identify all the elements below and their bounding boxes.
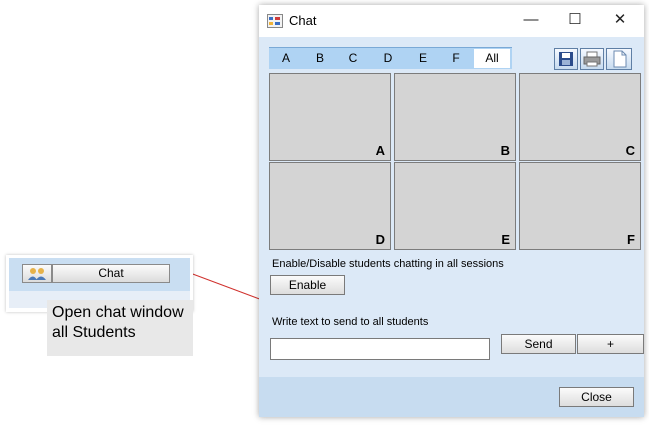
session-label: D (375, 232, 385, 247)
callout-line-1: Open chat window (52, 304, 184, 321)
tab-a[interactable]: A (269, 49, 303, 68)
tab-f[interactable]: F (439, 49, 473, 68)
chat-window: Chat — ☐ ✕ A B C D E F All A B C D E F E… (259, 5, 644, 417)
save-icon[interactable] (554, 48, 578, 70)
callout-note: Open chat window all Students (47, 300, 193, 356)
close-window-button[interactable]: ✕ (603, 9, 637, 31)
session-cell[interactable]: F (519, 162, 641, 250)
message-input[interactable] (270, 338, 490, 360)
session-label: E (501, 232, 510, 247)
plus-button[interactable]: + (577, 334, 644, 354)
callout-line-2: all Students (52, 324, 136, 341)
session-label: A (375, 143, 385, 158)
session-cell[interactable]: B (394, 73, 516, 161)
open-chat-button[interactable]: Chat (52, 264, 170, 283)
message-label: Write text to send to all students (272, 316, 429, 328)
students-icon[interactable] (22, 264, 52, 283)
session-cell[interactable]: E (394, 162, 516, 250)
print-icon[interactable] (580, 48, 604, 70)
maximize-button[interactable]: ☐ (558, 9, 592, 31)
tab-b[interactable]: B (303, 49, 337, 68)
enable-button[interactable]: Enable (270, 275, 345, 295)
window-title: Chat (289, 13, 317, 28)
tab-all[interactable]: All (474, 49, 510, 68)
session-label: B (500, 143, 510, 158)
minimize-button[interactable]: — (514, 9, 548, 31)
session-cell[interactable]: C (519, 73, 641, 161)
tab-e[interactable]: E (406, 49, 440, 68)
session-cell[interactable]: A (269, 73, 391, 161)
app-icon (267, 14, 283, 28)
session-tabs: A B C D E F All (269, 47, 512, 69)
document-icon[interactable] (606, 48, 632, 70)
window-footer: Close (259, 377, 644, 417)
title-bar: Chat — ☐ ✕ (259, 5, 644, 37)
enable-label: Enable/Disable students chatting in all … (272, 258, 504, 270)
session-label: C (625, 143, 635, 158)
tab-c[interactable]: C (336, 49, 370, 68)
close-button[interactable]: Close (559, 387, 634, 407)
session-cell[interactable]: D (269, 162, 391, 250)
tab-d[interactable]: D (371, 49, 405, 68)
send-button[interactable]: Send (501, 334, 576, 354)
session-label: F (627, 232, 635, 247)
session-grid: A B C D E F (269, 73, 644, 250)
